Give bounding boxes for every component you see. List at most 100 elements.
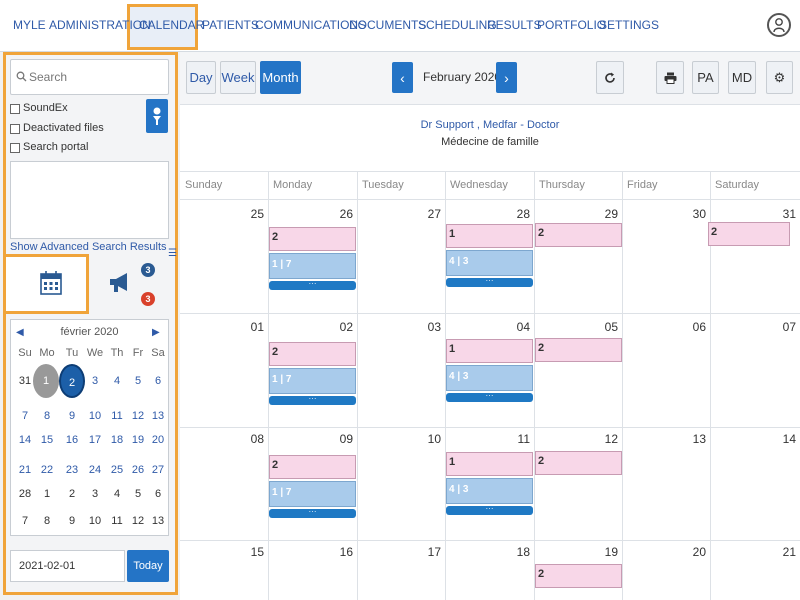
nav-calendar[interactable]: CALENDAR — [139, 18, 204, 32]
user-avatar[interactable] — [767, 13, 791, 37]
appointment-blue[interactable]: 4 | 3 — [446, 250, 533, 276]
nav-administration[interactable]: ADMINISTRATION — [49, 18, 151, 32]
minical-day[interactable]: 9 — [61, 510, 83, 532]
show-advanced-search-link[interactable]: Show Advanced Search Results — [10, 241, 167, 253]
pin-button[interactable] — [146, 99, 168, 133]
deactivated-files-checkbox[interactable] — [10, 124, 20, 134]
day-number[interactable]: 30 — [676, 207, 706, 221]
minical-day[interactable]: 3 — [84, 483, 106, 505]
day-number[interactable]: 02 — [323, 320, 353, 334]
refresh-button[interactable] — [596, 61, 624, 94]
view-month-button[interactable]: Month — [260, 61, 301, 94]
view-week-button[interactable]: Week — [220, 61, 256, 94]
day-number[interactable]: 01 — [234, 320, 264, 334]
appointment-blue[interactable]: 1 | 7 — [269, 253, 356, 279]
md-button[interactable]: MD — [728, 61, 756, 94]
minical-day[interactable]: 3 — [84, 370, 106, 392]
collapse-handle-icon[interactable]: ☰ — [168, 248, 177, 259]
minical-day[interactable]: 2 — [61, 483, 83, 505]
day-number[interactable]: 27 — [411, 207, 441, 221]
print-button[interactable] — [656, 61, 684, 94]
view-day-button[interactable]: Day — [186, 61, 216, 94]
minical-day[interactable]: 13 — [147, 405, 169, 427]
today-button[interactable]: Today — [127, 550, 169, 582]
day-number[interactable]: 05 — [588, 320, 618, 334]
minical-day[interactable]: 25 — [106, 459, 128, 481]
minical-day[interactable]: 13 — [147, 510, 169, 532]
minical-day[interactable]: 7 — [14, 405, 36, 427]
more-events-button[interactable]: ··· — [269, 280, 356, 290]
minical-day[interactable]: 18 — [106, 429, 128, 451]
day-number[interactable]: 28 — [500, 207, 530, 221]
day-number[interactable]: 11 — [500, 432, 530, 446]
minical-day[interactable]: 1 — [33, 364, 59, 398]
nav-portfolio[interactable]: PORTFOLIO — [537, 18, 606, 32]
day-number[interactable]: 10 — [411, 432, 441, 446]
appointment-blue[interactable]: 1 | 7 — [269, 368, 356, 394]
settings-button[interactable]: ⚙ — [766, 61, 793, 94]
minical-day[interactable]: 8 — [36, 405, 58, 427]
minical-day[interactable]: 11 — [106, 405, 128, 427]
minical-day[interactable]: 26 — [127, 459, 149, 481]
more-events-button[interactable]: ··· — [446, 277, 533, 287]
minical-day[interactable]: 15 — [36, 429, 58, 451]
day-number[interactable]: 03 — [411, 320, 441, 334]
appointment-pink[interactable]: 1 — [446, 224, 533, 248]
appointment-pink[interactable]: 2 — [269, 342, 356, 366]
more-events-button[interactable]: ··· — [446, 505, 533, 515]
search-portal-checkbox[interactable] — [10, 143, 20, 153]
minical-day[interactable]: 4 — [106, 370, 128, 392]
minical-day[interactable]: 6 — [147, 370, 169, 392]
day-number[interactable]: 04 — [500, 320, 530, 334]
minical-day[interactable]: 19 — [127, 429, 149, 451]
minical-day[interactable]: 4 — [106, 483, 128, 505]
nav-scheduling[interactable]: SCHEDULING — [418, 18, 497, 32]
day-number[interactable]: 31 — [766, 207, 796, 221]
minical-day[interactable]: 5 — [127, 370, 149, 392]
minical-day[interactable]: 5 — [127, 483, 149, 505]
nav-documents[interactable]: DOCUMENTS — [349, 18, 426, 32]
day-number[interactable]: 12 — [588, 432, 618, 446]
more-events-button[interactable]: ··· — [269, 508, 356, 518]
day-number[interactable]: 20 — [676, 545, 706, 559]
minical-day[interactable]: 28 — [14, 483, 36, 505]
day-number[interactable]: 09 — [323, 432, 353, 446]
search-input[interactable]: Search — [10, 59, 169, 95]
megaphone-icon[interactable] — [107, 269, 133, 295]
minical-day[interactable]: 23 — [61, 459, 83, 481]
day-number[interactable]: 14 — [766, 432, 796, 446]
day-number[interactable]: 17 — [411, 545, 441, 559]
day-number[interactable]: 06 — [676, 320, 706, 334]
day-number[interactable]: 29 — [588, 207, 618, 221]
day-number[interactable]: 16 — [323, 545, 353, 559]
nav-results[interactable]: RESULTS — [487, 18, 541, 32]
minical-day[interactable]: 27 — [147, 459, 169, 481]
day-number[interactable]: 15 — [234, 545, 264, 559]
appointment-pink[interactable]: 2 — [535, 223, 622, 247]
appointment-pink[interactable]: 1 — [446, 452, 533, 476]
minical-day[interactable]: 1 — [36, 483, 58, 505]
more-events-button[interactable]: ··· — [269, 395, 356, 405]
nav-myle[interactable]: MYLE — [13, 18, 46, 32]
day-number[interactable]: 25 — [234, 207, 264, 221]
minical-day[interactable]: 10 — [84, 405, 106, 427]
minical-day[interactable]: 17 — [84, 429, 106, 451]
day-number[interactable]: 19 — [588, 545, 618, 559]
minical-day[interactable]: 7 — [14, 510, 36, 532]
minical-day[interactable]: 24 — [84, 459, 106, 481]
more-events-button[interactable]: ··· — [446, 392, 533, 402]
minical-day[interactable]: 12 — [127, 405, 149, 427]
appointment-blue[interactable]: 1 | 7 — [269, 481, 356, 507]
minical-day[interactable]: 21 — [14, 459, 36, 481]
minical-day[interactable]: 2 — [59, 364, 85, 398]
day-number[interactable]: 07 — [766, 320, 796, 334]
day-number[interactable]: 18 — [500, 545, 530, 559]
date-field[interactable]: 2021-02-01 — [10, 550, 125, 582]
appointment-blue[interactable]: 4 | 3 — [446, 478, 533, 504]
minical-day[interactable]: 14 — [14, 429, 36, 451]
minical-day[interactable]: 6 — [147, 483, 169, 505]
day-number[interactable]: 21 — [766, 545, 796, 559]
soundex-checkbox[interactable] — [10, 104, 20, 114]
minical-day[interactable]: 9 — [61, 405, 83, 427]
appointment-pink[interactable]: 2 — [708, 222, 790, 246]
